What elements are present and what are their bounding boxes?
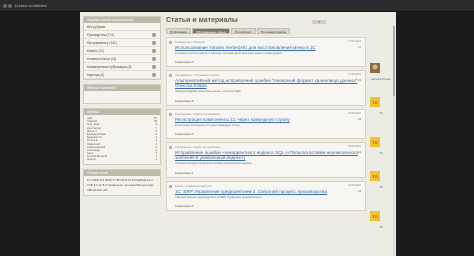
- address-bar[interactable]: 1c4serv.ru/articles/: [14, 2, 214, 10]
- user-name[interactable]: TG: [370, 186, 392, 189]
- expand-icon[interactable]: +: [152, 41, 156, 45]
- expand-icon[interactable]: +: [152, 65, 156, 69]
- article-likes[interactable]: +5: [358, 117, 361, 121]
- article-headline[interactable]: Альтернативный метод исправления ошибки …: [175, 78, 361, 88]
- categories-box: Журнал статей и материалов Все рубрики Р…: [83, 16, 161, 80]
- forward-icon[interactable]: [8, 4, 12, 8]
- article-comments-link[interactable]: Комментарии 2: [175, 61, 194, 64]
- tab-rating[interactable]: По рейтингу: [230, 28, 256, 34]
- user-name[interactable]: TG: [370, 226, 392, 229]
- expand-icon[interactable]: +: [152, 33, 156, 37]
- article-date: 17.06.2024: [348, 73, 361, 76]
- article-tabs: Публикации Обсуждаемые статьи По рейтинг…: [166, 28, 366, 34]
- article-card: Руководства » Обучение 17.06.2024 +7 Исп…: [166, 37, 366, 67]
- category-label: Все рубрики: [87, 25, 106, 29]
- article-likes[interactable]: +4: [358, 189, 361, 193]
- article-likes[interactable]: +6: [358, 150, 361, 154]
- bookmark-icon[interactable]: [169, 74, 172, 77]
- category-item[interactable]: Новинки статьи (11) +: [84, 55, 160, 63]
- main-content: Статьи и материалы Публикации Обсуждаемы…: [166, 16, 366, 211]
- article-comments-link[interactable]: Комментарии 0: [175, 205, 194, 208]
- subscribe-title: Жёрнал новостей: [84, 85, 160, 91]
- article-headline[interactable]: Использование Yandex Vertex(Alt) для вос…: [175, 45, 361, 50]
- expand-icon[interactable]: +: [152, 49, 156, 53]
- article-date: 01.06.2024: [348, 112, 361, 115]
- article-date: 14.05.2024: [348, 184, 361, 187]
- tab-comments[interactable]: По комментариям: [256, 28, 290, 34]
- tag-cloud[interactable]: 1С 8 ERP 8.3 WMS УТ БП ЗУП 1С 8 СКД ВСД …: [84, 176, 160, 195]
- tags-box: Облако тегов 1С 8 ERP 8.3 WMS УТ БП ЗУП …: [83, 168, 161, 196]
- subscribe-box: Жёрнал новостей: [83, 84, 161, 104]
- category-label: Новинки статьи (11): [87, 57, 117, 61]
- page-title: Статьи и материалы: [166, 17, 238, 24]
- article-headline[interactable]: 1С: ERP Управление предприятием 2. Сквоз…: [175, 189, 361, 194]
- article-likes[interactable]: +5: [358, 78, 361, 82]
- category-label: Бизнес (11): [87, 49, 104, 53]
- category-label: Программисту (141): [87, 41, 117, 45]
- article-likes[interactable]: +7: [358, 45, 361, 49]
- user-name[interactable]: TG: [370, 112, 392, 115]
- svg-text:TG: TG: [372, 100, 378, 105]
- category-item[interactable]: Коммерческие публикации (3) +: [84, 63, 160, 71]
- category-item[interactable]: Все рубрики: [84, 23, 160, 31]
- category-label: Коммерческие публикации (3): [87, 65, 132, 69]
- article-comments-link[interactable]: Комментарии 8: [175, 100, 194, 103]
- user-name[interactable]: TG: [370, 152, 392, 155]
- category-item[interactable]: Программисту (141) +: [84, 39, 160, 47]
- bookmark-icon[interactable]: [169, 113, 172, 116]
- page: ▾ Журнал статей и материалов Все рубрики…: [80, 12, 396, 256]
- article-description: Регистрация компоненты 1С через командну…: [175, 124, 241, 127]
- category-label: Карьера (6): [87, 73, 105, 77]
- user-avatar[interactable]: TG: [370, 137, 380, 147]
- browser-toolbar: 1c4serv.ru/articles/: [0, 0, 474, 12]
- svg-text:TG: TG: [372, 174, 378, 179]
- user-avatar[interactable]: TG: [370, 211, 380, 221]
- category-item[interactable]: Бизнес (11) +: [84, 47, 160, 55]
- svg-text:TG: TG: [372, 140, 378, 145]
- expand-icon[interactable]: +: [152, 73, 156, 77]
- article-date: 17.06.2024: [348, 40, 361, 43]
- scrollbar-thumb[interactable]: [393, 26, 395, 96]
- tab-publications[interactable]: Публикации: [166, 28, 191, 34]
- category-item[interactable]: Руководства (174) +: [84, 31, 160, 39]
- article-card: Бизнес » Управленческий учет 14.05.2024 …: [166, 181, 366, 211]
- article-description: Наверный формат хранилища данных. Очистк…: [175, 90, 242, 93]
- back-icon[interactable]: [3, 4, 7, 8]
- user-avatar[interactable]: TG: [370, 171, 380, 181]
- authors-box: Авторы oglik 87 tradesoft 35 Irina_Avek 9 К…: [83, 108, 161, 165]
- user-name[interactable]: Евгения Кучина: [370, 78, 392, 81]
- article-description: Описание метода исправления ошибки неуни…: [175, 162, 253, 165]
- article-description: Описание практики работы с помощью метод…: [175, 52, 283, 55]
- expand-icon[interactable]: +: [152, 57, 156, 61]
- category-item[interactable]: Карьера (6) +: [84, 71, 160, 79]
- article-comments-link[interactable]: Комментарии 2: [175, 133, 194, 136]
- article-comments-link[interactable]: Комментарии 1: [175, 172, 194, 175]
- svg-text:TG: TG: [372, 214, 378, 219]
- article-headline[interactable]: Регистрация компоненты 1С через командну…: [175, 117, 361, 122]
- user-avatar[interactable]: TG: [370, 97, 380, 107]
- article-headline[interactable]: Исправление ошибки «некорректного индекс…: [175, 150, 361, 160]
- user-avatar[interactable]: [370, 63, 380, 73]
- category-label: Руководства (174): [87, 33, 114, 37]
- author-name: Кирилл: [87, 158, 96, 162]
- article-description: Сквозной процесс производства в 1С:ERP У…: [175, 196, 263, 199]
- tab-discussed[interactable]: Обсуждаемые статьи: [191, 28, 230, 34]
- bookmark-icon[interactable]: [169, 41, 172, 44]
- author-item[interactable]: Кирилл 1: [87, 158, 157, 161]
- sidebar: Журнал статей и материалов Все рубрики Р…: [83, 16, 161, 200]
- article-card: Руководства » Советы по разработке 28.05…: [166, 142, 366, 178]
- article-card: Руководства » Советы по разработке 01.06…: [166, 109, 366, 139]
- author-count: 1: [155, 158, 157, 162]
- bookmark-icon[interactable]: [169, 185, 172, 188]
- right-column: Евгения Кучина TG TG TG TG TG TG TG TG: [370, 60, 392, 229]
- article-date: 28.05.2024: [348, 145, 361, 148]
- bookmark-icon[interactable]: [169, 146, 172, 149]
- article-card: Программисту » Устранение ошибок 17.06.2…: [166, 70, 366, 106]
- scrollbar[interactable]: [393, 26, 395, 256]
